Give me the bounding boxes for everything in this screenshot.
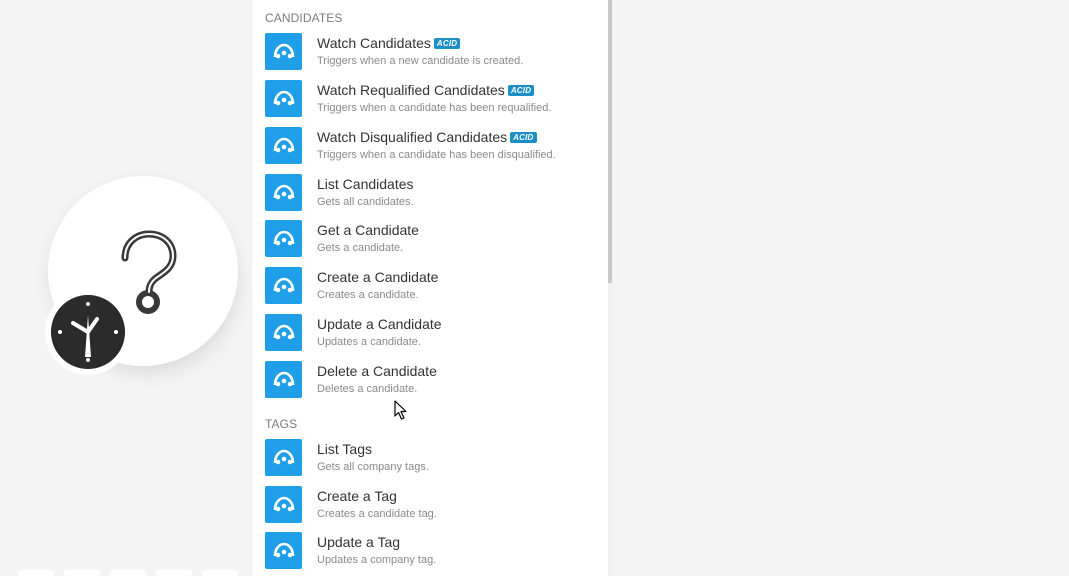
module-description: Triggers when a candidate has been requa… xyxy=(317,102,552,114)
question-mark-icon xyxy=(121,230,177,314)
app-logo-icon xyxy=(273,90,295,106)
module-update-a-candidate[interactable]: Update a Candidate Updates a candidate. xyxy=(265,314,595,360)
module-title: Delete a Candidate xyxy=(317,363,437,379)
module-description: Gets all company tags. xyxy=(317,461,429,473)
mouse-cursor-icon xyxy=(394,400,407,420)
acid-badge: ACID xyxy=(507,85,535,96)
module-tile xyxy=(265,267,302,304)
module-description: Deletes a candidate. xyxy=(317,383,418,395)
module-list-candidates[interactable]: List Candidates Gets all candidates. xyxy=(265,174,595,220)
panel-scrollbar[interactable] xyxy=(608,0,612,576)
module-description: Triggers when a candidate has been disqu… xyxy=(317,149,556,161)
app-logo-icon xyxy=(273,496,295,512)
module-description: Gets a candidate. xyxy=(317,242,404,254)
section-header-tags: Tags xyxy=(265,417,298,431)
app-logo-icon xyxy=(273,184,295,200)
module-get-a-candidate[interactable]: Get a Candidate Gets a candidate. xyxy=(265,220,595,266)
module-title: Get a Candidate xyxy=(317,222,419,238)
module-tile xyxy=(265,174,302,211)
module-tile xyxy=(265,361,302,398)
module-title: List Candidates xyxy=(317,176,414,192)
app-logo-icon xyxy=(273,542,295,558)
clock-icon xyxy=(51,295,125,369)
module-tile xyxy=(265,127,302,164)
module-title: Update a Candidate xyxy=(317,316,442,332)
module-watch-candidates[interactable]: Watch Candidates ACID Triggers when a new… xyxy=(265,33,595,79)
acid-badge: ACID xyxy=(510,132,537,143)
scrollbar-thumb[interactable] xyxy=(608,0,612,283)
module-list-tags[interactable]: List Tags Gets all company tags. xyxy=(265,439,595,485)
module-tile xyxy=(265,33,302,70)
module-update-a-tag[interactable]: Update a Tag Updates a company tag. xyxy=(265,532,595,576)
module-description: Triggers when a new candidate is created… xyxy=(317,55,524,67)
app-logo-icon xyxy=(273,449,295,465)
module-title: Watch Candidates ACID xyxy=(317,35,461,51)
module-description: Gets all candidates. xyxy=(317,196,414,208)
module-description: Updates a candidate. xyxy=(317,336,421,348)
module-create-a-candidate[interactable]: Create a Candidate Creates a candidate. xyxy=(265,267,595,313)
module-description: Updates a company tag. xyxy=(317,554,437,566)
app-logo-icon xyxy=(273,371,295,387)
module-description: Creates a candidate tag. xyxy=(317,508,437,520)
module-tile xyxy=(265,220,302,257)
acid-badge: ACID xyxy=(433,38,461,49)
module-watch-disqualified-candidates[interactable]: Watch Disqualified Candidates ACID Trigge… xyxy=(265,127,595,173)
module-title: Watch Disqualified Candidates ACID xyxy=(317,129,537,145)
app-logo-icon xyxy=(273,137,295,153)
module-picker-panel[interactable]: Candidates Watch Candidates ACID Triggers… xyxy=(252,0,612,576)
module-tile xyxy=(265,439,302,476)
app-logo-icon xyxy=(273,230,295,246)
module-title: Create a Tag xyxy=(317,488,397,504)
module-title: List Tags xyxy=(317,441,372,457)
app-logo-icon xyxy=(273,324,295,340)
app-logo-icon xyxy=(273,43,295,59)
module-delete-a-candidate[interactable]: Delete a Candidate Deletes a candidate. xyxy=(265,361,595,407)
app-logo-icon xyxy=(273,277,295,293)
section-header-candidates: Candidates xyxy=(265,11,343,25)
module-tile xyxy=(265,486,302,523)
module-watch-requalified-candidates[interactable]: Watch Requalified Candidates ACID Trigger… xyxy=(265,80,595,126)
module-create-a-tag[interactable]: Create a Tag Creates a candidate tag. xyxy=(265,486,595,532)
module-tile xyxy=(265,314,302,351)
module-description: Creates a candidate. xyxy=(317,289,419,301)
module-tile xyxy=(265,80,302,117)
module-title: Update a Tag xyxy=(317,534,401,550)
module-title: Watch Requalified Candidates ACID xyxy=(317,82,535,98)
module-tile xyxy=(265,532,302,569)
module-title: Create a Candidate xyxy=(317,269,439,285)
